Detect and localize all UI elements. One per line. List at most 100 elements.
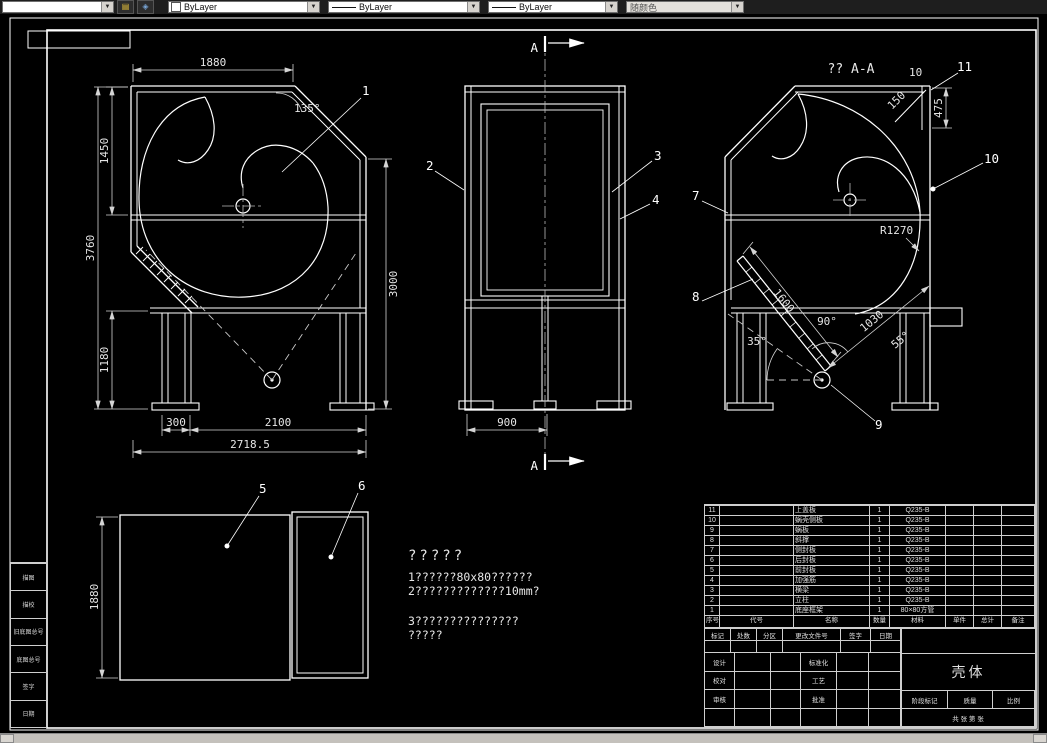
dim-plate-475: 475 [932,98,945,118]
header-no: 序号 [705,615,720,627]
part-row-code [720,575,794,585]
autocad-window: 1880 1450 3760 1180 3000 300 2100 2718.5… [0,0,1047,743]
part-row-qty: 1 [870,535,890,545]
part-row-qty: 1 [870,515,890,525]
part-row-code [720,585,794,595]
balloon-8: 8 [692,289,700,304]
header-remark: 备注 [1002,615,1035,627]
dim-plan-h-base: 1180 [98,347,111,374]
part-row-total-weight [974,595,1002,605]
header-unit-weight: 单件 [946,615,974,627]
part-row-unit-weight [946,545,974,555]
scrollbar-track[interactable] [14,734,1033,743]
part-row-qty: 1 [870,595,890,605]
chevron-down-icon[interactable]: ▼ [307,2,319,12]
part-row-qty: 1 [870,555,890,565]
scroll-left-button[interactable] [0,734,14,743]
part-row-code [720,525,794,535]
balloon-9: 9 [875,417,883,432]
header-material: 材料 [890,615,946,627]
dim-angle-35: 35° [747,335,767,348]
header-qty: 数量 [870,615,890,627]
color-combo[interactable]: ByLayer ▼ [168,1,320,13]
rev-sign-label: 签字 [841,629,871,641]
parts-list-rows: 11 上盖板 1 Q235-B 10 蜗壳侧板 1 Q235-B 9 蜗板 1 … [705,505,1035,615]
linetype-combo[interactable]: ByLayer ▼ [328,1,480,13]
rev-date-label: 日期 [871,629,901,641]
part-row-remark [1002,555,1035,565]
part-row-unit-weight [946,515,974,525]
material-box [902,629,1035,655]
notes-title: ????? [408,548,465,564]
dim-plan-width: 1880 [200,56,227,69]
color-swatch [171,2,181,12]
stage-grid: 阶段标记 质量 比例 共 张 第 张 [902,691,1035,727]
dim-bottom-height: 1880 [88,584,101,611]
balloon-4: 4 [652,192,660,207]
part-row-total-weight [974,605,1002,615]
part-row-no: 9 [705,525,720,535]
part-row-no: 10 [705,515,720,525]
margin-field: 日期 [11,699,46,727]
process-label: 工艺 [801,671,837,690]
chevron-down-icon[interactable]: ▼ [605,2,617,12]
part-row-code [720,505,794,515]
part-row-remark [1002,595,1035,605]
revision-header-row: 标记 处数 分区 更改文件号 签字 日期 [705,629,901,653]
part-row-unit-weight [946,585,974,595]
part-row-no: 1 [705,605,720,615]
rev-count-label: 处数 [731,629,757,641]
horizontal-scrollbar[interactable] [0,733,1047,743]
rev-mark-label: 标记 [705,629,731,641]
part-row-unit-weight [946,535,974,545]
header-name: 名称 [794,615,870,627]
make-layer-current-icon[interactable]: ▤ [117,0,134,14]
part-row-name: 立柱 [794,595,870,605]
balloon-7: 7 [692,188,700,203]
section-view-title: ?? A-A [828,62,875,77]
plotstyle-combo-value: 随颜色 [630,2,658,13]
plotstyle-combo[interactable]: 随颜色 ▼ [626,1,744,13]
notes-line-3: 3??????????????? [408,614,519,628]
part-row-qty: 1 [870,505,890,515]
part-row-material: Q235-B [890,535,946,545]
section-letter-top: A [530,40,538,55]
part-row-no: 6 [705,555,720,565]
review-label: 审核 [705,690,735,709]
part-row-name: 加强筋 [794,575,870,585]
design-label: 设计 [705,653,735,672]
notes-line-1: 1??????80x80?????? [408,570,533,584]
part-row-unit-weight [946,555,974,565]
notes-line-4: ????? [408,628,443,642]
part-row-remark [1002,545,1035,555]
chevron-down-icon[interactable]: ▼ [467,2,479,12]
margin-field-strip: 描图 描校 旧底图总号 底图总号 签字 日期 [10,562,47,728]
color-combo-value: ByLayer [184,2,218,12]
part-row-remark [1002,515,1035,525]
part-row-no: 4 [705,575,720,585]
chevron-down-icon[interactable]: ▼ [101,2,113,12]
section-letter-bottom: A [530,458,538,473]
part-row-qty: 1 [870,525,890,535]
part-row-material: Q235-B [890,595,946,605]
part-row-remark [1002,575,1035,585]
balloon-6: 6 [358,478,366,493]
part-row-name: 前封板 [794,565,870,575]
header-total-weight: 总计 [974,615,1002,627]
part-row-total-weight [974,515,1002,525]
part-row-material: Q235-B [890,575,946,585]
scroll-right-button[interactable] [1033,734,1047,743]
chevron-down-icon[interactable]: ▼ [731,2,743,12]
linetype-sample [332,6,356,8]
approve-label: 批准 [801,690,837,709]
dim-plan-h-total: 3760 [84,235,97,262]
lineweight-combo[interactable]: ByLayer ▼ [488,1,618,13]
parts-list-header: 序号 代号 名称 数量 材料 单件 总计 备注 [705,615,1035,627]
part-row-code [720,565,794,575]
part-row-no: 8 [705,535,720,545]
layer-combo[interactable]: ▼ [2,1,114,13]
part-row-name: 后封板 [794,555,870,565]
dim-plan-angle: 135° [294,102,321,115]
layer-previous-icon[interactable]: ◈ [137,0,154,14]
parts-list-table: 11 上盖板 1 Q235-B 10 蜗壳侧板 1 Q235-B 9 蜗板 1 … [704,504,1036,628]
